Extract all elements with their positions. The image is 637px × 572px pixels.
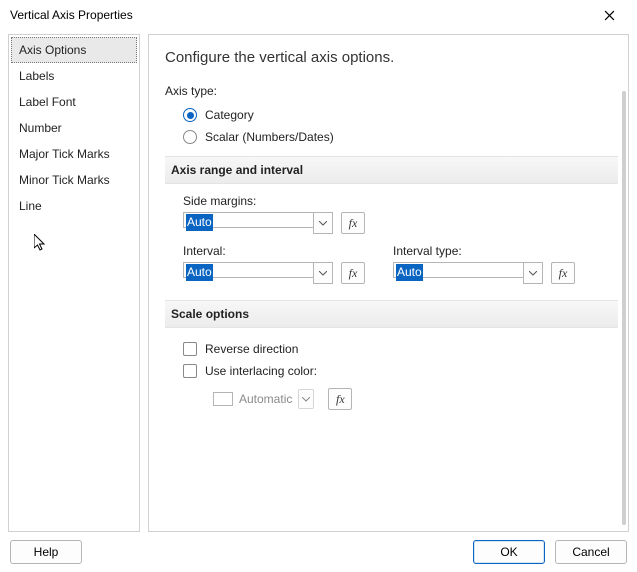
interval-combo[interactable]: Auto — [183, 262, 333, 284]
sidebar-item-label: Number — [19, 121, 62, 135]
interval-label: Interval: — [183, 244, 365, 258]
titlebar: Vertical Axis Properties — [0, 0, 637, 30]
radio-icon — [183, 108, 197, 122]
radio-scalar[interactable]: Scalar (Numbers/Dates) — [165, 126, 618, 148]
radio-label: Category — [205, 108, 254, 122]
interval-type-dropdown[interactable] — [523, 262, 543, 284]
checkbox-reverse-direction[interactable]: Reverse direction — [165, 338, 618, 360]
axis-type-label: Axis type: — [165, 84, 618, 98]
sidebar-item-minor-tick-marks[interactable]: Minor Tick Marks — [11, 167, 137, 193]
scrollbar[interactable] — [622, 91, 626, 525]
sidebar-item-major-tick-marks[interactable]: Major Tick Marks — [11, 141, 137, 167]
sidebar-item-label: Label Font — [19, 95, 76, 109]
sidebar-item-axis-options[interactable]: Axis Options — [11, 37, 137, 63]
sidebar-item-label: Major Tick Marks — [19, 147, 110, 161]
fx-button-interval[interactable]: fx — [341, 262, 365, 284]
ok-button[interactable]: OK — [473, 540, 545, 564]
section-scale-options: Scale options — [165, 300, 618, 328]
side-margins-combo[interactable]: Auto — [183, 212, 333, 234]
interval-type-label: Interval type: — [393, 244, 575, 258]
dialog-footer: Help OK Cancel — [0, 534, 637, 572]
help-button[interactable]: Help — [10, 540, 82, 564]
checkbox-interlacing-color[interactable]: Use interlacing color: — [165, 360, 618, 382]
section-axis-range: Axis range and interval — [165, 156, 618, 184]
interlace-color-label: Automatic — [239, 392, 292, 406]
radio-category[interactable]: Category — [165, 104, 618, 126]
sidebar-item-number[interactable]: Number — [11, 115, 137, 141]
page-title: Configure the vertical axis options. — [165, 49, 618, 66]
fx-button-interlace-color[interactable]: fx — [328, 388, 352, 410]
sidebar-item-labels[interactable]: Labels — [11, 63, 137, 89]
sidebar: Axis Options Labels Label Font Number Ma… — [8, 34, 140, 532]
checkbox-icon — [183, 342, 197, 356]
window-title: Vertical Axis Properties — [10, 8, 133, 22]
sidebar-item-label-font[interactable]: Label Font — [11, 89, 137, 115]
interval-dropdown[interactable] — [313, 262, 333, 284]
interval-type-combo[interactable]: Auto — [393, 262, 543, 284]
sidebar-item-label: Axis Options — [19, 43, 86, 57]
chevron-down-icon — [529, 271, 537, 276]
interlace-color-picker: Automatic fx — [165, 382, 618, 414]
chevron-down-icon — [302, 397, 310, 402]
sidebar-item-label: Labels — [19, 69, 54, 83]
radio-icon — [183, 130, 197, 144]
checkbox-label: Reverse direction — [205, 342, 298, 356]
dialog-window: Vertical Axis Properties Axis Options La… — [0, 0, 637, 572]
interval-input[interactable] — [183, 262, 313, 278]
side-margins-label: Side margins: — [183, 194, 618, 208]
close-button[interactable] — [591, 1, 627, 29]
fx-button-side-margins[interactable]: fx — [341, 212, 365, 234]
color-swatch[interactable] — [213, 392, 233, 406]
radio-label: Scalar (Numbers/Dates) — [205, 130, 334, 144]
side-margins-input[interactable] — [183, 212, 313, 228]
sidebar-item-line[interactable]: Line — [11, 193, 137, 219]
side-margins-dropdown[interactable] — [313, 212, 333, 234]
chevron-down-icon — [319, 271, 327, 276]
sidebar-item-label: Line — [19, 199, 42, 213]
close-icon — [604, 10, 615, 21]
cancel-button[interactable]: Cancel — [555, 540, 627, 564]
interlace-color-dropdown[interactable] — [298, 389, 314, 409]
sidebar-item-label: Minor Tick Marks — [19, 173, 110, 187]
checkbox-icon — [183, 364, 197, 378]
main-panel: Configure the vertical axis options. Axi… — [148, 34, 629, 532]
fx-button-interval-type[interactable]: fx — [551, 262, 575, 284]
interval-type-input[interactable] — [393, 262, 523, 278]
dialog-body: Axis Options Labels Label Font Number Ma… — [0, 30, 637, 534]
chevron-down-icon — [319, 221, 327, 226]
checkbox-label: Use interlacing color: — [205, 364, 317, 378]
